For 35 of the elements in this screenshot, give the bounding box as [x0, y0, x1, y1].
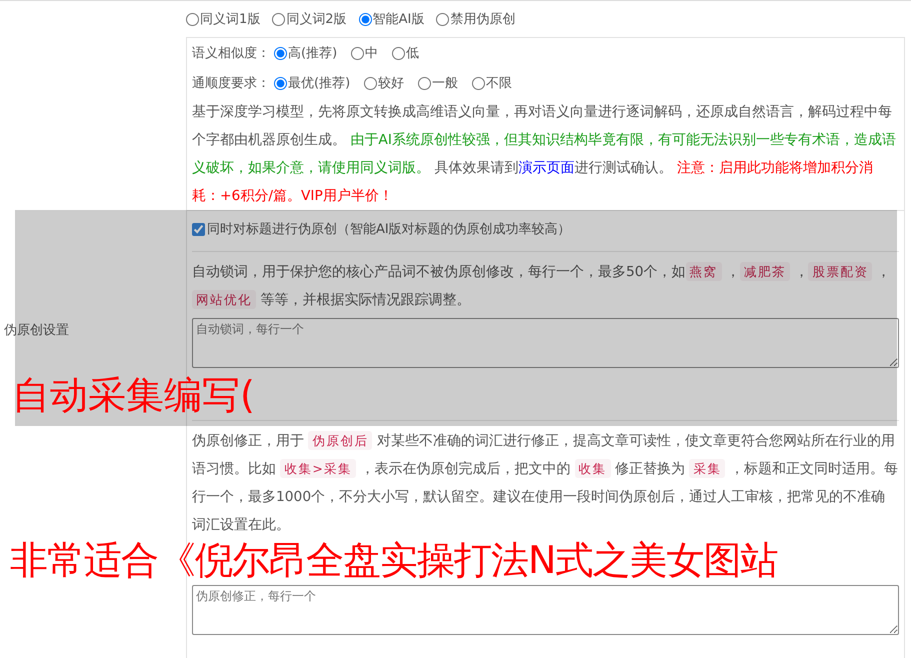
version-radio-option[interactable]: 同义词2版: [272, 10, 347, 28]
radio-button[interactable]: [274, 46, 287, 60]
radio-button[interactable]: [358, 12, 372, 26]
version-radio-option[interactable]: 禁用伪原创: [436, 10, 516, 28]
radio-button[interactable]: [186, 12, 199, 26]
fluency-radio-option[interactable]: 不限: [472, 74, 512, 92]
fluency-radio-option[interactable]: 较好: [364, 74, 404, 92]
radio-button[interactable]: [472, 76, 486, 90]
radio-button[interactable]: [392, 46, 406, 60]
version-radio-option[interactable]: 同义词1版: [186, 10, 260, 28]
correction-input-field[interactable]: 伪原创修正，每行一个: [192, 585, 899, 635]
radio-button[interactable]: [274, 76, 287, 90]
lock-words-description: 自动锁词，用于保护您的核心产品词不被伪原创修改，每行一个，最多50个，如 燕窝 ， 减肥茶 ， 股票配资 ， 网站优化 等等，并根据实际情况跟踪调整。: [192, 261, 892, 311]
version-radio-option[interactable]: 智能AI版: [358, 10, 424, 28]
radio-button[interactable]: [364, 76, 378, 90]
similarity-label: 语义相似度：: [192, 45, 270, 62]
lock-words-input-field[interactable]: 自动锁词，每行一个: [192, 318, 899, 368]
fluency-label: 通顺度要求：: [192, 75, 270, 92]
similarity-radio-option[interactable]: 中: [351, 44, 378, 62]
fluency-radio-option[interactable]: 最优(推荐): [274, 74, 350, 92]
fluency-radio-option[interactable]: 一般: [418, 74, 458, 92]
description-paragraph: 基于深度学习模型，先将原文转换成高维语义向量，再对语义向量进行逐词解码，还原成自然语言，解码过程中每个字都由机器原创生成。 由于AI系统原创性较强，但其知识结构毕竟有限，有可能无法识别一些专有术语，造成语义破坏，如果介意，请使用同义词版。 具体效果请到演示页面进行测试确认。 注意：启用此功能将增加积分消耗：+6积分/篇。VIP用户半价！: [192, 103, 897, 206]
section-label: 伪原创设置: [4, 322, 69, 338]
overlay-text: 自动采集编写(: [12, 374, 255, 416]
similarity-radio-option[interactable]: 低: [392, 44, 420, 62]
checkbox[interactable]: [192, 222, 205, 236]
radio-button[interactable]: [418, 76, 432, 90]
demo-page-link[interactable]: 演示页面: [518, 160, 574, 176]
overlay-text: 非常适合《倪尔昂全盘实操打法N式之美女图站: [10, 539, 778, 581]
correction-description: 伪原创修正，用于 伪原创后 对某些不准确的词汇进行修正，提高文章可读性，使文章更符合您网站所在行业的用语习惯。比如 收集>采集 ，表示在伪原创完成后，把文中的 收集 修正替换为 采集 ，标题和正文同时适用。每行一个，最多1000个，不分大小写，默认留空。建议在使用一段时间伪原创后，通过人工审核，把常见的不准确词汇设置在此。: [192, 430, 899, 535]
title-checkbox-option[interactable]: 同时对标题进行伪原创（智能AI版对标题的伪原创成功率较高）: [192, 211, 899, 247]
radio-button[interactable]: [436, 12, 450, 26]
radio-button[interactable]: [351, 46, 364, 60]
similarity-radio-option[interactable]: 高(推荐): [274, 44, 338, 62]
radio-button[interactable]: [272, 12, 286, 26]
